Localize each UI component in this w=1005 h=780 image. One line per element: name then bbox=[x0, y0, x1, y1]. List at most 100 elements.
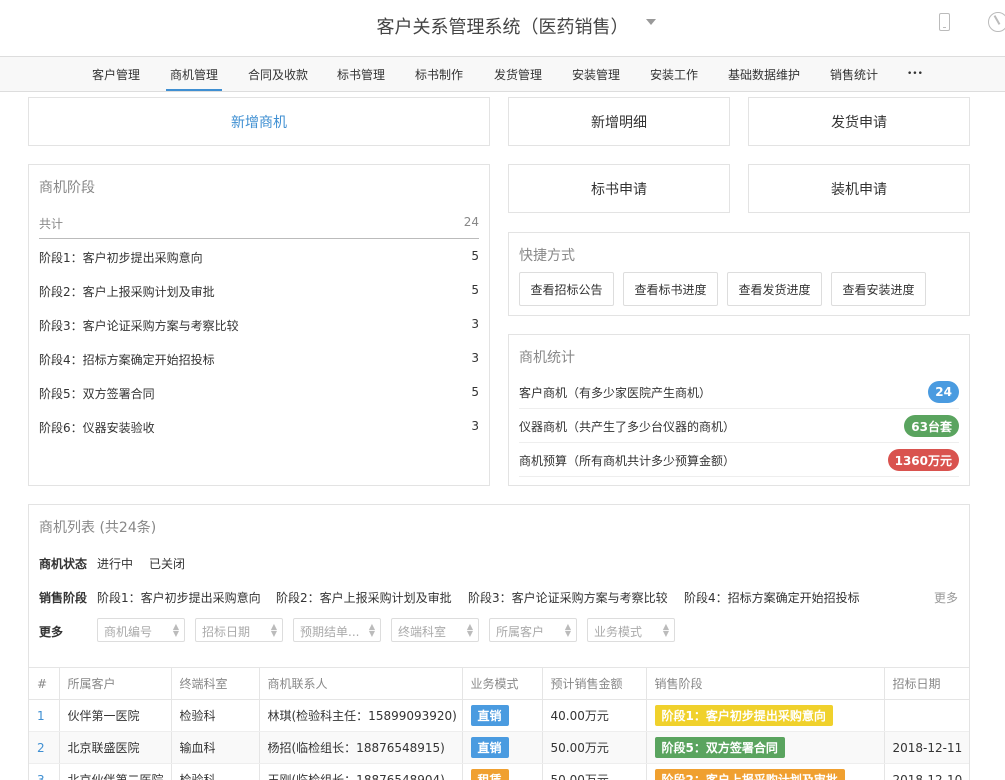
new-detail-button[interactable]: 新增明细 bbox=[508, 97, 730, 146]
mode-tag: 租赁 bbox=[470, 769, 509, 780]
customer-select[interactable]: 所属客户 ▲ ▼ bbox=[489, 618, 577, 642]
table-row[interactable]: 3 北京伙伴第二医院 检验科 王刚(临检组长：18876548904) 租赁 5… bbox=[29, 763, 969, 780]
nav-customer[interactable]: 客户管理 bbox=[92, 66, 140, 83]
dept-cell: 检验科 bbox=[171, 699, 260, 732]
stage-row[interactable]: 阶段5：双方签署合同 5 bbox=[39, 385, 479, 402]
install-apply-button[interactable]: 装机申请 bbox=[748, 164, 970, 213]
select-text: 商机编号 bbox=[104, 625, 153, 639]
list-title: 商机列表 (共24条) bbox=[39, 520, 157, 536]
stats-panel: 商机统计 客户商机（有多少家医院产生商机） 24 仪器商机（共产生了多少台仪器的… bbox=[508, 334, 970, 486]
mode-cell: 租赁 bbox=[462, 763, 543, 780]
stage-row[interactable]: 阶段1：客户初步提出采购意向 5 bbox=[39, 249, 479, 266]
stage-cell: 阶段2：客户上报采购计划及审批 bbox=[646, 763, 885, 780]
customer-cell: 北京伙伴第二医院 bbox=[59, 763, 172, 780]
stage-panel-title: 商机阶段 bbox=[39, 180, 95, 196]
mode-cell: 直销 bbox=[462, 699, 543, 732]
col-header[interactable]: # bbox=[29, 667, 60, 700]
stage-count: 3 bbox=[471, 351, 479, 365]
stage-count: 3 bbox=[471, 317, 479, 331]
ship-apply-button[interactable]: 发货申请 bbox=[748, 97, 970, 146]
view-bid-notice-button[interactable]: 查看招标公告 bbox=[519, 272, 614, 306]
stat-row: 客户商机（有多少家医院产生商机） 24 bbox=[519, 375, 959, 409]
nav-opportunity[interactable]: 商机管理 bbox=[170, 66, 218, 83]
bid-apply-button[interactable]: 标书申请 bbox=[508, 164, 730, 213]
status-option[interactable]: 已关闭 bbox=[149, 555, 185, 572]
title-dropdown-icon[interactable] bbox=[646, 19, 656, 25]
stage-row[interactable]: 阶段2：客户上报采购计划及审批 5 bbox=[39, 283, 479, 300]
select-arrow-icon: ▲ ▼ bbox=[270, 622, 277, 638]
stage-tag: 阶段2：客户上报采购计划及审批 bbox=[654, 769, 845, 780]
mode-tag: 直销 bbox=[470, 737, 509, 758]
col-header[interactable]: 预计销售金额 bbox=[542, 667, 647, 700]
nav-sales-stats[interactable]: 销售统计 bbox=[830, 66, 878, 83]
opp-number-select[interactable]: 商机编号 ▲ ▼ bbox=[97, 618, 185, 642]
status-filter-label: 商机状态 bbox=[39, 557, 88, 571]
status-option[interactable]: 进行中 bbox=[97, 555, 133, 572]
business-mode-select[interactable]: 业务模式 ▲ ▼ bbox=[587, 618, 675, 642]
mode-cell: 直销 bbox=[462, 731, 543, 764]
stage-option[interactable]: 阶段2：客户上报采购计划及审批 bbox=[276, 589, 452, 606]
stage-row[interactable]: 阶段4：招标方案确定开始招投标 3 bbox=[39, 351, 479, 368]
stage-total-row: 共计 24 bbox=[39, 215, 479, 232]
col-header[interactable]: 所属客户 bbox=[59, 667, 172, 700]
col-header[interactable]: 招标日期 bbox=[884, 667, 969, 700]
col-header[interactable]: 业务模式 bbox=[462, 667, 543, 700]
stage-label: 阶段2：客户上报采购计划及审批 bbox=[39, 285, 215, 299]
stage-total-count: 24 bbox=[463, 215, 479, 229]
select-arrow-icon: ▲ ▼ bbox=[172, 622, 179, 638]
select-text: 预期结单... bbox=[300, 625, 360, 639]
stat-label: 商机预算（所有商机共计多少预算金额） bbox=[519, 454, 736, 468]
terminal-dept-select[interactable]: 终端科室 ▲ ▼ bbox=[391, 618, 479, 642]
select-text: 业务模式 bbox=[594, 625, 643, 639]
stage-label: 阶段3：客户论证采购方案与考察比较 bbox=[39, 319, 239, 333]
nav-shipping[interactable]: 发货管理 bbox=[494, 66, 542, 83]
top-bar: 客户关系管理系统（医药销售） bbox=[0, 0, 1005, 57]
stage-row[interactable]: 阶段3：客户论证采购方案与考察比较 3 bbox=[39, 317, 479, 334]
view-install-progress-button[interactable]: 查看安装进度 bbox=[831, 272, 926, 306]
stage-filter-label: 销售阶段 bbox=[39, 591, 88, 605]
nav-install-work[interactable]: 安装工作 bbox=[650, 66, 698, 83]
shortcut-title: 快捷方式 bbox=[519, 248, 575, 264]
nav-more-icon[interactable]: ••• bbox=[907, 69, 923, 79]
stats-title: 商机统计 bbox=[519, 350, 575, 366]
col-header[interactable]: 商机联系人 bbox=[259, 667, 463, 700]
date-cell bbox=[884, 699, 969, 732]
stage-cell: 阶段1：客户初步提出采购意向 bbox=[646, 699, 885, 732]
nav-active-indicator bbox=[166, 89, 222, 91]
nav-basic-data[interactable]: 基础数据维护 bbox=[728, 66, 800, 83]
opportunity-table: # 所属客户 终端科室 商机联系人 业务模式 预计销售金额 销售阶段 招标日期 … bbox=[29, 667, 969, 780]
stage-label: 阶段1：客户初步提出采购意向 bbox=[39, 251, 203, 265]
bid-date-select[interactable]: 招标日期 ▲ ▼ bbox=[195, 618, 283, 642]
stage-total-label: 共计 bbox=[39, 217, 64, 231]
col-header[interactable]: 销售阶段 bbox=[646, 667, 885, 700]
table-row[interactable]: 2 北京联盛医院 输血科 杨招(临检组长：18876548915) 直销 50.… bbox=[29, 731, 969, 764]
table-row[interactable]: 1 伙伴第一医院 检验科 林琪(检验科主任：15899093920) 直销 40… bbox=[29, 699, 969, 732]
date-cell: 2018-12-11 bbox=[884, 731, 969, 764]
view-ship-progress-button[interactable]: 查看发货进度 bbox=[727, 272, 822, 306]
expected-close-select[interactable]: 预期结单... ▲ ▼ bbox=[293, 618, 381, 642]
stage-cell: 阶段5：双方签署合同 bbox=[646, 731, 885, 764]
dept-cell: 输血科 bbox=[171, 731, 260, 764]
select-text: 所属客户 bbox=[496, 625, 545, 639]
col-header[interactable]: 终端科室 bbox=[171, 667, 260, 700]
stage-label: 阶段6：仪器安装验收 bbox=[39, 421, 155, 435]
stage-row[interactable]: 阶段6：仪器安装验收 3 bbox=[39, 419, 479, 436]
more-stages-link[interactable]: 更多 bbox=[934, 589, 958, 606]
stage-label: 阶段4：招标方案确定开始招投标 bbox=[39, 353, 215, 367]
stage-option[interactable]: 阶段1：客户初步提出采购意向 bbox=[97, 589, 261, 606]
contact-cell: 王刚(临检组长：18876548904) bbox=[259, 763, 463, 780]
stage-option[interactable]: 阶段4：招标方案确定开始招投标 bbox=[684, 589, 860, 606]
compass-icon[interactable] bbox=[988, 12, 1005, 32]
nav-install-mgmt[interactable]: 安装管理 bbox=[572, 66, 620, 83]
stat-label: 客户商机（有多少家医院产生商机） bbox=[519, 386, 712, 400]
amount-cell: 50.00万元 bbox=[542, 763, 647, 780]
nav-contract[interactable]: 合同及收款 bbox=[248, 66, 308, 83]
view-bid-progress-button[interactable]: 查看标书进度 bbox=[623, 272, 718, 306]
nav-bid-mgmt[interactable]: 标书管理 bbox=[337, 66, 385, 83]
nav-bid-make[interactable]: 标书制作 bbox=[415, 66, 463, 83]
new-opportunity-button[interactable]: 新增商机 bbox=[28, 97, 490, 146]
mobile-icon[interactable] bbox=[939, 13, 950, 31]
stage-option[interactable]: 阶段3：客户论证采购方案与考察比较 bbox=[468, 589, 668, 606]
stat-row: 仪器商机（共产生了多少台仪器的商机） 63台套 bbox=[519, 409, 959, 443]
opportunity-list-panel: 商机列表 (共24条) 商机状态 进行中 已关闭 销售阶段 阶段1：客户初步提出… bbox=[28, 504, 970, 780]
